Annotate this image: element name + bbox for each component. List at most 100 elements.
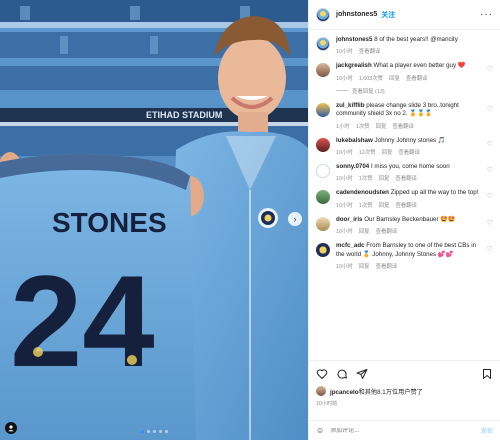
avatar[interactable] (316, 216, 330, 231)
heart-icon[interactable]: ♡ (487, 140, 493, 148)
comment-time: 10小时 (336, 202, 353, 209)
reply-link[interactable]: 回复 (389, 74, 400, 82)
like-heart-icon[interactable] (316, 368, 328, 380)
translate-link[interactable]: 查看翻译 (359, 47, 381, 55)
share-send-icon[interactable] (356, 368, 368, 380)
heart-icon[interactable]: ♡ (487, 192, 493, 200)
carousel-next-button[interactable]: › (288, 212, 302, 226)
comment-time: 10小时 (336, 75, 353, 82)
comment-username[interactable]: cadendenoudsten (336, 189, 389, 196)
reply-link[interactable]: 回复 (379, 201, 390, 209)
comment-username[interactable]: jackgrealish (336, 62, 372, 69)
likes-summary: jpcancelo和其他8.1万位用户赞了 (316, 386, 493, 396)
avatar[interactable] (316, 63, 330, 78)
comment-text: Zipped up all the way to the top! (390, 189, 479, 197)
likes-username[interactable]: jpcancelo (330, 389, 359, 396)
comment-item: sonny.0704 I miss you, come home soon 10… (316, 163, 493, 182)
heart-icon[interactable]: ♡ (487, 105, 493, 113)
avatar[interactable] (316, 190, 330, 205)
comment-username[interactable]: mcfc_adc (336, 242, 365, 249)
reply-link[interactable]: 回复 (376, 122, 387, 130)
comment-item: mcfc_adc From Barnsley to one of the bes… (316, 242, 493, 270)
comment-likes[interactable]: 1次赞 (356, 122, 370, 130)
caption-time: 10小时 (336, 49, 353, 56)
translate-link[interactable]: 查看翻译 (395, 201, 417, 209)
translate-link[interactable]: 查看翻译 (406, 74, 428, 82)
comment-item: jackgrealish What a player even better g… (316, 62, 493, 95)
carousel-dot (164, 430, 168, 433)
reply-link[interactable]: 回复 (359, 262, 370, 270)
avatar[interactable] (316, 164, 330, 179)
avatar[interactable] (316, 7, 330, 22)
carousel-dot (146, 430, 150, 433)
comment-time: 1小时 (336, 123, 350, 130)
translate-link[interactable]: 查看翻译 (395, 174, 417, 182)
comment-item: cadendenoudsten Zipped up all the way to… (316, 189, 493, 209)
post-sidebar: johnstones5 关注 ··· johnstones5 8 of the … (308, 0, 500, 440)
comment-time: 10小时 (336, 229, 353, 236)
comment-time: 10小时 (336, 150, 353, 157)
reply-link[interactable]: 回复 (359, 227, 370, 235)
comment-input[interactable] (330, 427, 481, 434)
comment-text: What a player even better guy ❤️ (373, 62, 466, 70)
comment-username[interactable]: zul_kifflib (336, 102, 365, 109)
translate-link[interactable]: 查看翻译 (392, 122, 414, 130)
avatar[interactable] (316, 386, 326, 396)
view-replies-label: 查看回复 (13) (352, 88, 385, 95)
author-username[interactable]: johnstones5 (336, 11, 377, 18)
photo-illustration: ETIHAD STADIUM STONES 24 (0, 0, 308, 440)
reply-link[interactable]: 回复 (382, 148, 393, 156)
emoji-icon[interactable]: ☺ (316, 426, 324, 435)
heart-icon[interactable]: ♡ (487, 166, 493, 174)
comments-list[interactable]: johnstones5 8 of the best years!! @manci… (309, 30, 500, 360)
translate-link[interactable]: 查看翻译 (376, 262, 398, 270)
comment-username[interactable]: sonny.0704 (336, 163, 369, 170)
carousel-dot (140, 430, 144, 433)
comment-likes[interactable]: 1次赞 (359, 201, 373, 209)
comment-time: 10小时 (336, 176, 353, 183)
shirt-name: STONES (52, 207, 167, 238)
comment-item: door_iris Our Barnsley Beckenbauer 🤩🤩 10… (316, 216, 493, 235)
caption: johnstones5 8 of the best years!! @manci… (316, 36, 493, 55)
add-comment-bar: ☺ 发布 (309, 420, 500, 440)
tagged-user-icon[interactable] (5, 422, 17, 434)
translate-link[interactable]: 查看翻译 (376, 227, 398, 235)
heart-icon[interactable]: ♡ (487, 65, 493, 73)
comment-likes[interactable]: 12次赞 (359, 148, 376, 156)
comment-username[interactable]: lukebalshaw (336, 137, 373, 144)
carousel-indicator (0, 430, 308, 433)
comment-likes[interactable]: 1,603次赞 (359, 74, 383, 82)
shirt-number: 24 (10, 248, 155, 394)
reply-link[interactable]: 回复 (379, 174, 390, 182)
heart-icon[interactable]: ♡ (487, 245, 493, 253)
avatar[interactable] (316, 137, 330, 152)
comment-time: 10小时 (336, 264, 353, 271)
carousel-dot (158, 430, 162, 433)
heart-icon[interactable]: ♡ (487, 219, 493, 227)
follow-button[interactable]: 关注 (381, 10, 395, 20)
avatar[interactable] (316, 37, 330, 51)
caption-text: 8 of the best years!! @mancity (374, 36, 458, 43)
comment-text: Our Barnsley Beckenbauer 🤩🤩 (364, 215, 456, 223)
comment-item: zul_kifflib please change slide 3 bro..t… (316, 102, 493, 130)
avatar[interactable] (316, 243, 330, 258)
post-comment-button[interactable]: 发布 (481, 426, 493, 435)
comment-text: I miss you, come home soon (370, 163, 450, 171)
comment-text: Johnny Johnny stones 🎵 (374, 136, 446, 144)
carousel-dot (152, 430, 156, 433)
comment-bubble-icon[interactable] (336, 368, 348, 380)
likes-count-text[interactable]: 和其他8.1万位用户赞了 (359, 389, 423, 396)
translate-link[interactable]: 查看翻译 (398, 148, 420, 156)
bookmark-icon[interactable] (481, 368, 493, 380)
post-photo[interactable]: ETIHAD STADIUM STONES 24 › (0, 0, 308, 440)
caption-username[interactable]: johnstones5 (336, 36, 372, 43)
more-horizontal-icon[interactable]: ··· (480, 9, 493, 20)
avatar[interactable] (316, 102, 330, 117)
post-time: 10小时前 (316, 401, 338, 407)
comment-likes[interactable]: 1次赞 (359, 174, 373, 182)
comment-username[interactable]: door_iris (336, 216, 362, 223)
view-replies-button[interactable]: 查看回复 (13) (336, 87, 485, 95)
action-icons-row (316, 367, 493, 381)
stadium-sign: ETIHAD STADIUM (146, 110, 222, 120)
comment-item: lukebalshaw Johnny Johnny stones 🎵 10小时 … (316, 137, 493, 156)
